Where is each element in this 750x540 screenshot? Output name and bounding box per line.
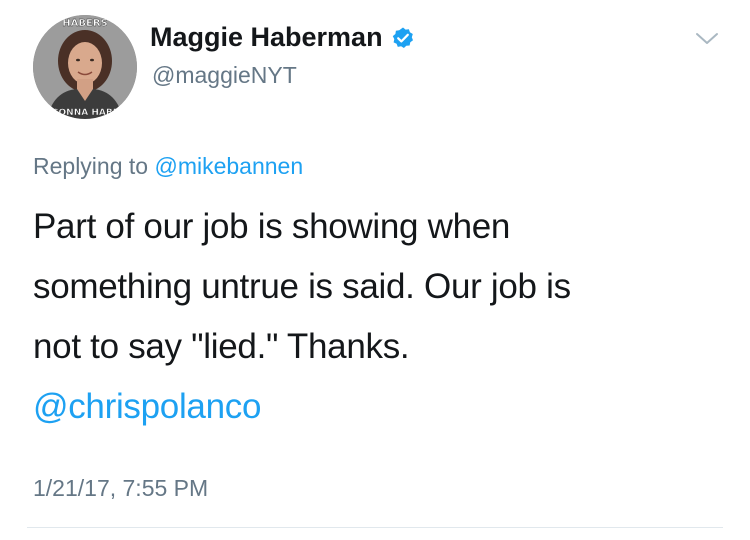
author-name-row[interactable]: Maggie Haberman xyxy=(150,22,415,53)
svg-text:GONNA HABE: GONNA HABE xyxy=(51,108,119,118)
tweet-text-line: Part of our job is showing when xyxy=(33,207,511,246)
replying-mention-link[interactable]: @mikebannen xyxy=(154,153,303,179)
verified-icon xyxy=(391,26,415,50)
timestamp[interactable]: 1/21/17, 7:55 PM xyxy=(33,475,208,502)
author-name[interactable]: Maggie Haberman xyxy=(150,22,383,53)
tweet-card: HABERS GONNA HABE Maggie Haberman @maggi… xyxy=(0,0,750,540)
tweet-text-line: not to say "lied." Thanks. xyxy=(33,327,410,366)
chevron-down-icon[interactable] xyxy=(694,27,720,49)
author-handle[interactable]: @maggieNYT xyxy=(152,62,297,89)
replying-prefix: Replying to xyxy=(33,153,155,179)
svg-text:HABERS: HABERS xyxy=(62,18,107,29)
replying-to: Replying to @mikebannen xyxy=(33,153,303,180)
tweet-text: Part of our job is showing when somethin… xyxy=(33,197,723,437)
tweet-mention-link[interactable]: @chrispolanco xyxy=(33,377,723,437)
divider xyxy=(27,527,723,528)
tweet-text-line: something untrue is said. Our job is xyxy=(33,267,571,306)
avatar[interactable]: HABERS GONNA HABE xyxy=(33,15,137,119)
